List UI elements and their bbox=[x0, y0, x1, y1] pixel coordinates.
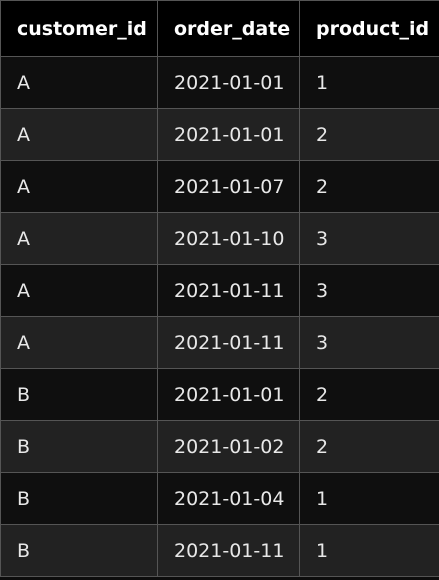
cell-product-id: 3 bbox=[299, 264, 439, 317]
header-customer-id: customer_id bbox=[0, 0, 158, 57]
cell-order-date: 2021-01-11 bbox=[157, 524, 300, 577]
cell-product-id: 1 bbox=[299, 56, 439, 109]
cell-customer-id: B bbox=[0, 524, 158, 577]
cell-product-id: 1 bbox=[299, 524, 439, 577]
cell-customer-id: B bbox=[0, 420, 158, 473]
cell-order-date: 2021-01-11 bbox=[157, 316, 300, 369]
table-row: B 2021-01-04 1 bbox=[0, 472, 439, 525]
table-row: A 2021-01-10 3 bbox=[0, 212, 439, 265]
cell-customer-id: A bbox=[0, 264, 158, 317]
table-row: A 2021-01-01 2 bbox=[0, 108, 439, 161]
cell-product-id: 2 bbox=[299, 368, 439, 421]
table-body: A 2021-01-01 1 A 2021-01-01 2 A 2021-01-… bbox=[0, 56, 439, 577]
table-row: A 2021-01-07 2 bbox=[0, 160, 439, 213]
cell-customer-id: A bbox=[0, 56, 158, 109]
cell-order-date: 2021-01-02 bbox=[157, 420, 300, 473]
cell-customer-id: A bbox=[0, 316, 158, 369]
cell-order-date: 2021-01-01 bbox=[157, 56, 300, 109]
table-row: B 2021-01-02 2 bbox=[0, 420, 439, 473]
header-row: customer_id order_date product_id bbox=[0, 0, 439, 57]
table-row: B 2021-01-11 1 bbox=[0, 524, 439, 577]
cell-product-id: 3 bbox=[299, 316, 439, 369]
table-row: B 2021-01-01 2 bbox=[0, 368, 439, 421]
cell-order-date: 2021-01-11 bbox=[157, 264, 300, 317]
cell-product-id: 2 bbox=[299, 160, 439, 213]
cell-customer-id: A bbox=[0, 160, 158, 213]
sales-table: customer_id order_date product_id A 2021… bbox=[0, 0, 439, 577]
cell-order-date: 2021-01-01 bbox=[157, 368, 300, 421]
cell-order-date: 2021-01-07 bbox=[157, 160, 300, 213]
header-order-date: order_date bbox=[157, 0, 300, 57]
cell-order-date: 2021-01-10 bbox=[157, 212, 300, 265]
cell-product-id: 2 bbox=[299, 108, 439, 161]
table-row: A 2021-01-01 1 bbox=[0, 56, 439, 109]
cell-product-id: 2 bbox=[299, 420, 439, 473]
cell-customer-id: A bbox=[0, 212, 158, 265]
cell-customer-id: B bbox=[0, 368, 158, 421]
cell-customer-id: A bbox=[0, 108, 158, 161]
cell-product-id: 1 bbox=[299, 472, 439, 525]
table-row: A 2021-01-11 3 bbox=[0, 264, 439, 317]
cell-customer-id: B bbox=[0, 472, 158, 525]
table-row: A 2021-01-11 3 bbox=[0, 316, 439, 369]
table-header: customer_id order_date product_id bbox=[0, 0, 439, 57]
cell-order-date: 2021-01-04 bbox=[157, 472, 300, 525]
cell-order-date: 2021-01-01 bbox=[157, 108, 300, 161]
cell-product-id: 3 bbox=[299, 212, 439, 265]
header-product-id: product_id bbox=[299, 0, 439, 57]
